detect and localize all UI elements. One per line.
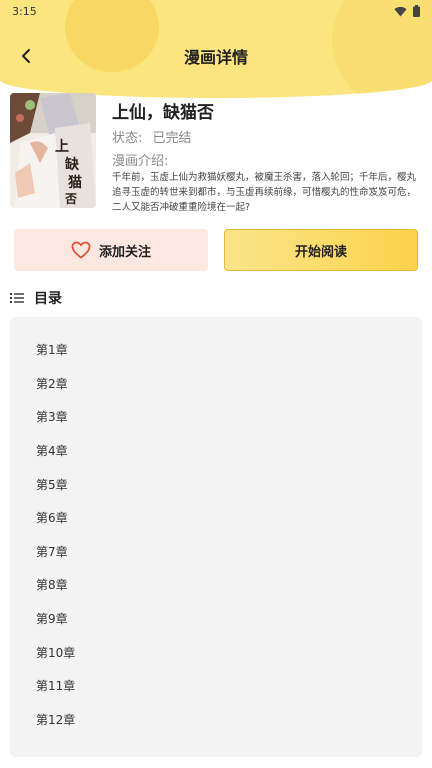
chapter-item[interactable]: 第1章 bbox=[10, 333, 422, 367]
svg-text:缺: 缺 bbox=[65, 156, 80, 173]
chapter-item[interactable]: 第4章 bbox=[10, 434, 422, 468]
start-reading-button[interactable]: 开始阅读 bbox=[224, 229, 418, 271]
comic-title: 上仙，缺猫否 bbox=[112, 103, 214, 123]
heart-icon bbox=[71, 241, 91, 259]
title-bar: 漫画详情 bbox=[0, 40, 432, 72]
back-button[interactable] bbox=[14, 44, 38, 68]
start-reading-label: 开始阅读 bbox=[294, 244, 347, 260]
chapter-item[interactable]: 第6章 bbox=[10, 501, 422, 535]
chapter-item[interactable]: 第7章 bbox=[10, 535, 422, 569]
chapter-item[interactable]: 第3章 bbox=[10, 400, 422, 434]
chevron-left-icon bbox=[22, 49, 30, 63]
svg-text:否: 否 bbox=[64, 192, 77, 206]
chapter-item[interactable]: 第10章 bbox=[10, 635, 422, 669]
intro-text: 千年前，玉虚上仙为救猫妖樱丸，被魔王杀害，落入轮回；千年后，樱丸追寻玉虚的转世来… bbox=[112, 172, 417, 213]
chapter-item[interactable]: 第5章 bbox=[10, 467, 422, 501]
list-icon bbox=[10, 293, 24, 303]
svg-text:上: 上 bbox=[55, 139, 69, 155]
follow-button[interactable]: 添加关注 bbox=[14, 229, 208, 271]
page-title: 漫画详情 bbox=[183, 48, 248, 67]
chapter-item[interactable]: 第8章 bbox=[10, 568, 422, 602]
status-time: 3:15 bbox=[12, 4, 37, 18]
comic-status: 状态: 已完结 bbox=[112, 127, 192, 146]
toc-title: 目录 bbox=[34, 291, 62, 307]
status-value: 已完结 bbox=[152, 131, 192, 146]
intro-label: 漫画介绍: bbox=[112, 154, 169, 169]
chapter-item[interactable]: 第12章 bbox=[10, 703, 422, 737]
chapter-item[interactable]: 第11章 bbox=[10, 669, 422, 703]
svg-text:猫: 猫 bbox=[68, 174, 82, 191]
wifi-icon bbox=[394, 6, 407, 17]
follow-button-label: 添加关注 bbox=[98, 244, 151, 260]
status-bar: 3:15 bbox=[0, 0, 432, 22]
chapter-item[interactable]: 第9章 bbox=[10, 602, 422, 636]
comic-cover-image: 上 缺 猫 否 bbox=[10, 93, 96, 208]
toc-header: 目录 bbox=[10, 288, 62, 308]
status-label: 状态: bbox=[112, 131, 143, 146]
battery-icon bbox=[413, 5, 420, 17]
chapter-list: 第1章 第2章 第3章 第4章 第5章 第6章 第7章 第8章 第9章 第10章 第11章 第12章 bbox=[10, 317, 422, 757]
chapter-item[interactable]: 第2章 bbox=[10, 367, 422, 401]
